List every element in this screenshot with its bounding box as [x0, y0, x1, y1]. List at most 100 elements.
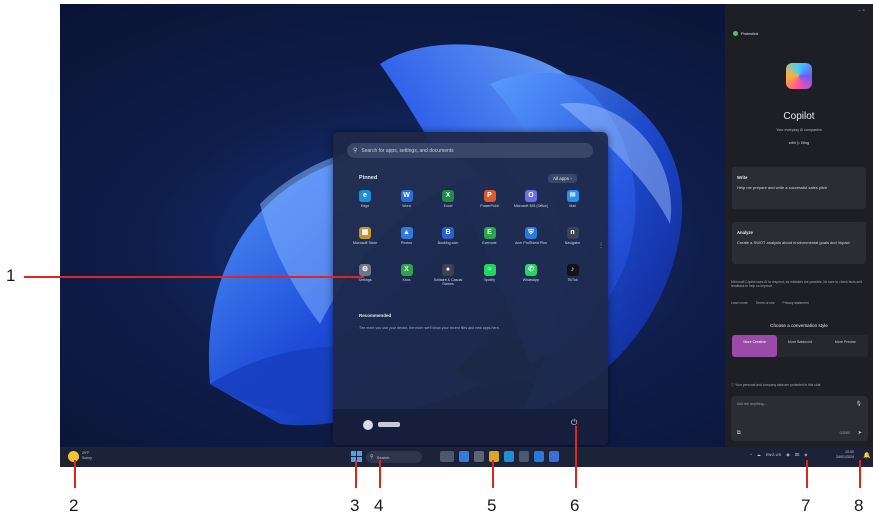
app-icon: ✆: [525, 264, 537, 276]
suggestion-text: Create a SWOT analysis about environment…: [737, 240, 850, 245]
pinned-app[interactable]: B Booking.com: [430, 227, 466, 245]
pinned-app[interactable]: E Evernote: [472, 227, 508, 245]
copilot-logo-icon: [786, 63, 812, 89]
copilot-window-controls[interactable]: – ×: [858, 8, 865, 14]
copilot-links: Learn more Terms of use Privacy statemen…: [731, 301, 816, 305]
pinned-app[interactable]: X Excel: [430, 190, 466, 208]
app-label: Spotify: [484, 278, 495, 282]
file-explorer-icon[interactable]: [474, 451, 484, 462]
search-icon: ⚲: [370, 454, 374, 460]
pinned-app[interactable]: W Word: [389, 190, 425, 208]
pinned-app[interactable]: ⚙ Settings: [347, 264, 383, 282]
volume-icon[interactable]: ⌧: [795, 452, 800, 457]
chat-input-placeholder: Ask me anything...: [737, 402, 767, 406]
mail-icon[interactable]: [534, 451, 544, 462]
copilot-disclaimer: Microsoft Copilot uses AI to respond; as…: [731, 280, 863, 289]
onedrive-icon[interactable]: ☁: [757, 452, 761, 457]
app-label: Word: [402, 204, 411, 208]
conversation-style-heading: Choose a conversation style: [770, 323, 828, 328]
terms-link[interactable]: Terms of use: [756, 301, 775, 305]
protected-badge: Protected: [733, 31, 758, 36]
suggestion-heading: Analyze: [737, 230, 753, 235]
weather-widget[interactable]: 29°F Sunny: [82, 451, 92, 460]
user-name-redacted[interactable]: [378, 422, 400, 427]
pinned-app[interactable]: O Microsoft 365 (Office): [513, 190, 549, 208]
task-view-icon[interactable]: [440, 451, 454, 462]
language-indicator[interactable]: ENG US: [766, 452, 781, 457]
callout-line-8: [859, 460, 861, 488]
taskbar-pinned-apps: [440, 451, 559, 462]
callout-label-4: 4: [374, 496, 384, 515]
copilot-chat-input[interactable]: Ask me anything... 🎙 ⧉ 0/2000 ➤: [731, 396, 868, 441]
taskbar-search[interactable]: ⚲ Search: [366, 451, 422, 463]
folder-icon[interactable]: [489, 451, 499, 462]
store-icon[interactable]: [519, 451, 529, 462]
style-more-balanced[interactable]: More Balanced: [777, 335, 822, 357]
learn-more-link[interactable]: Learn more: [731, 301, 748, 305]
privacy-link[interactable]: Privacy statement: [783, 301, 809, 305]
suggestion-text: Help me prepare and write a successful s…: [737, 185, 828, 190]
callout-label-6: 6: [570, 496, 580, 515]
tray-overflow-icon[interactable]: ^: [750, 452, 752, 457]
pinned-app[interactable]: ✉ Mail: [555, 190, 591, 208]
app-label: Solitaire & Casual Games: [433, 278, 463, 287]
recommended-text: The more you use your device, the more w…: [359, 326, 500, 330]
microphone-icon[interactable]: 🎙: [856, 401, 862, 407]
start-button-icon[interactable]: [351, 451, 362, 462]
pinned-app[interactable]: ♪ TikTok: [555, 264, 591, 282]
app-icon: X: [442, 190, 454, 202]
style-more-precise[interactable]: More Precise: [823, 335, 868, 357]
app-label: PowerPoint: [480, 204, 499, 208]
pinned-app[interactable]: ≈ Spotify: [472, 264, 508, 282]
callout-label-8: 8: [854, 496, 864, 515]
pinned-app[interactable]: e Edge: [347, 190, 383, 208]
pinned-app[interactable]: ⛨ Acer ProShield Plus: [513, 227, 549, 245]
notification-bell-icon[interactable]: 🔔: [863, 452, 870, 459]
taskbar: 29°F Sunny ⚲ Search ^ ☁ ENG US ◉ ⌧ ◈ 10:…: [60, 447, 873, 467]
pinned-app[interactable]: ✆ WhatsApp: [513, 264, 549, 282]
user-avatar[interactable]: [363, 420, 373, 430]
conversation-style-selector: More Creative More Balanced More Precise: [732, 335, 868, 357]
taskbar-clock[interactable]: 10:00 24/01/2024: [836, 450, 854, 459]
callout-label-2: 2: [69, 496, 79, 515]
app-icon: B: [442, 227, 454, 239]
app-icon: X: [400, 264, 413, 276]
recommended-heading: Recommended: [359, 313, 392, 318]
callout-line-2: [74, 460, 76, 488]
taskbar-search-label: Search: [376, 454, 390, 460]
battery-icon[interactable]: ◈: [804, 452, 807, 457]
start-user-bar: ⏻: [333, 409, 608, 445]
callout-label-7: 7: [801, 496, 811, 515]
all-apps-button[interactable]: All apps ›: [548, 174, 577, 183]
suggestion-card-write[interactable]: Write Help me prepare and write a succes…: [732, 167, 866, 209]
pinned-app[interactable]: P PowerPoint: [472, 190, 508, 208]
image-upload-icon[interactable]: ⧉: [737, 430, 741, 436]
pinned-app[interactable]: ▲ Photos: [389, 227, 425, 245]
start-menu: ⚲ Search for apps, settings, and documen…: [333, 132, 608, 445]
pinned-app[interactable]: X Xbox: [389, 264, 425, 282]
suggestion-card-analyze[interactable]: Analyze Create a SWOT analysis about env…: [732, 222, 866, 264]
pinned-app[interactable]: ▦ Microsoft Store: [347, 227, 383, 245]
app-icon: ♪: [566, 264, 579, 276]
page-indicator-icon[interactable]: ⋮: [598, 242, 604, 249]
callout-label-5: 5: [487, 496, 497, 515]
send-icon[interactable]: ➤: [858, 430, 862, 436]
copilot-taskbar-icon[interactable]: [459, 451, 469, 462]
app-label: WhatsApp: [522, 278, 540, 282]
security-shield-icon[interactable]: [549, 451, 559, 462]
clock-date: 24/01/2024: [836, 454, 854, 459]
app-label: Settings: [358, 278, 372, 282]
app-icon: ▲: [400, 227, 413, 239]
edge-icon[interactable]: [504, 451, 514, 462]
protected-label: Protected: [741, 31, 759, 36]
callout-label-1: 1: [6, 266, 16, 285]
pinned-app[interactable]: n Navigator: [555, 227, 591, 245]
pinned-app[interactable]: ♠ Solitaire & Casual Games: [430, 264, 466, 286]
start-search-box[interactable]: ⚲ Search for apps, settings, and documen…: [347, 143, 593, 158]
style-more-creative[interactable]: More Creative: [732, 335, 778, 357]
app-icon: ≈: [483, 264, 496, 276]
app-icon: e: [359, 190, 371, 202]
app-label: Evernote: [482, 241, 497, 245]
app-icon: ✉: [566, 190, 579, 202]
wifi-icon[interactable]: ◉: [786, 452, 790, 457]
